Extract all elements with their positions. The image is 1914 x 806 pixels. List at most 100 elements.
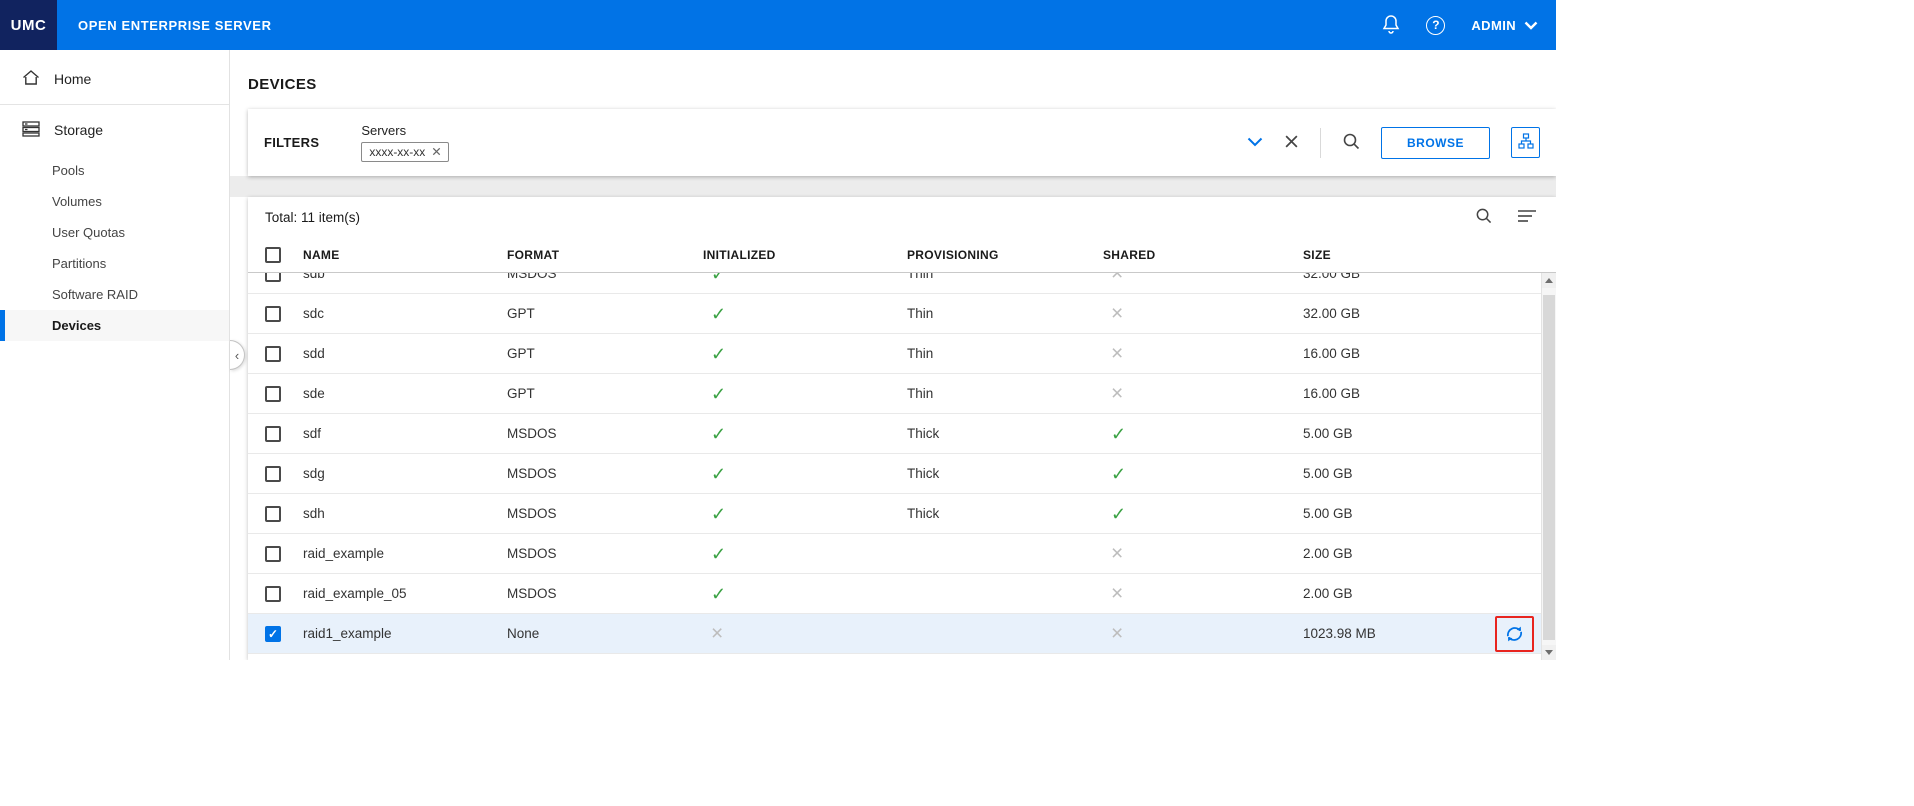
filter-clear-button[interactable]	[1284, 134, 1299, 152]
cell-name: sdg	[303, 466, 507, 481]
row-checkbox[interactable]	[265, 586, 281, 602]
sidebar-item-software-raid[interactable]: Software RAID	[0, 279, 229, 310]
cell-provisioning: Thick	[907, 506, 1103, 521]
row-checkbox[interactable]	[265, 273, 281, 282]
shared-mark-icon: ✓	[1111, 425, 1126, 443]
cell-format: MSDOS	[507, 506, 703, 521]
column-header-name[interactable]: NAME	[303, 248, 507, 262]
row-checkbox[interactable]	[265, 306, 281, 322]
cell-name: sdc	[303, 306, 507, 321]
search-icon	[1475, 207, 1492, 227]
sidebar-item-label: Storage	[54, 122, 103, 138]
help-button[interactable]: ?	[1426, 16, 1445, 35]
table-search-button[interactable]	[1475, 207, 1492, 227]
row-checkbox[interactable]	[265, 546, 281, 562]
user-menu[interactable]: ADMIN	[1471, 18, 1538, 33]
shared-mark-icon: ×	[1111, 383, 1123, 404]
column-header-format[interactable]: FORMAT	[507, 248, 703, 262]
cell-size: 2.00 GB	[1303, 586, 1556, 601]
cell-format: MSDOS	[507, 586, 703, 601]
triangle-down-icon	[1545, 650, 1553, 655]
sidebar-item-volumes[interactable]: Volumes	[0, 186, 229, 217]
total-count: Total: 11 item(s)	[265, 210, 360, 225]
product-title: OPEN ENTERPRISE SERVER	[78, 18, 272, 33]
bell-icon	[1382, 14, 1400, 37]
row-checkbox[interactable]	[265, 346, 281, 362]
notifications-button[interactable]	[1382, 14, 1400, 37]
sidebar-item-devices[interactable]: Devices	[0, 310, 229, 341]
tree-view-button[interactable]	[1511, 127, 1540, 158]
app-header: UMC OPEN ENTERPRISE SERVER ? ADMIN	[0, 0, 1556, 50]
table-row[interactable]: sdd GPT ✓ Thin × 16.00 GB	[248, 334, 1556, 374]
application-window: UMC OPEN ENTERPRISE SERVER ? ADMIN	[0, 0, 1556, 660]
column-header-provisioning[interactable]: PROVISIONING	[907, 248, 1103, 262]
help-icon: ?	[1426, 16, 1445, 35]
cell-size: 32.00 GB	[1303, 306, 1556, 321]
device-rows: sdb MSDOS ✓ Thin × 32.00 GB sdc GPT ✓ Th…	[248, 273, 1556, 654]
chip-value: xxxx-xx-xx	[369, 145, 425, 159]
shared-mark-icon: ×	[1111, 623, 1123, 644]
vertical-scrollbar[interactable]	[1541, 273, 1556, 660]
filter-expand-button[interactable]	[1247, 135, 1263, 150]
cell-name: sde	[303, 386, 507, 401]
cell-format: MSDOS	[507, 426, 703, 441]
table-row[interactable]: ✓ raid1_example None × × 1023.98 MB	[248, 614, 1556, 654]
hierarchy-icon	[1518, 133, 1534, 152]
table-row[interactable]: sdh MSDOS ✓ Thick ✓ 5.00 GB	[248, 494, 1556, 534]
initialized-mark-icon: ✓	[711, 585, 726, 603]
table-row[interactable]: raid_example_05 MSDOS ✓ × 2.00 GB	[248, 574, 1556, 614]
cell-provisioning: Thin	[907, 386, 1103, 401]
row-checkbox[interactable]	[265, 386, 281, 402]
table-row[interactable]: sdg MSDOS ✓ Thick ✓ 5.00 GB	[248, 454, 1556, 494]
column-options-button[interactable]	[1518, 209, 1536, 226]
cell-size: 2.00 GB	[1303, 546, 1556, 561]
column-header-shared[interactable]: SHARED	[1103, 248, 1303, 262]
row-checkbox[interactable]	[265, 506, 281, 522]
shared-mark-icon: ✓	[1111, 465, 1126, 483]
sidebar-item-pools[interactable]: Pools	[0, 155, 229, 186]
sidebar-item-partitions[interactable]: Partitions	[0, 248, 229, 279]
row-checkbox[interactable]	[265, 426, 281, 442]
table-row[interactable]: raid_example MSDOS ✓ × 2.00 GB	[248, 534, 1556, 574]
cell-name: sdf	[303, 426, 507, 441]
servers-filter-field: Servers xxxx-xx-xx	[361, 123, 449, 162]
cell-size: 32.00 GB	[1303, 273, 1556, 281]
sidebar: Home Storage Pools Volumes User Quotas P…	[0, 50, 230, 660]
cell-name: raid_example_05	[303, 586, 507, 601]
server-filter-chip[interactable]: xxxx-xx-xx	[361, 142, 449, 162]
row-checkbox[interactable]: ✓	[265, 626, 281, 642]
column-header-initialized[interactable]: INITIALIZED	[703, 248, 907, 262]
chevron-down-icon	[1247, 135, 1263, 150]
umc-logo[interactable]: UMC	[0, 0, 57, 50]
scrollbar-up-button[interactable]	[1542, 273, 1556, 288]
cell-size: 16.00 GB	[1303, 346, 1556, 361]
cell-format: MSDOS	[507, 546, 703, 561]
filters-label: FILTERS	[264, 135, 319, 150]
table-row[interactable]: sdf MSDOS ✓ Thick ✓ 5.00 GB	[248, 414, 1556, 454]
select-all-checkbox[interactable]	[265, 247, 281, 263]
refresh-icon[interactable]	[1504, 624, 1525, 644]
cell-name: raid1_example	[303, 626, 507, 641]
cell-name: sdb	[303, 273, 507, 281]
table-row[interactable]: sdc GPT ✓ Thin × 32.00 GB	[248, 294, 1556, 334]
shared-mark-icon: ✓	[1111, 505, 1126, 523]
column-header-size[interactable]: SIZE	[1303, 248, 1556, 262]
filter-search-button[interactable]	[1342, 132, 1360, 153]
sidebar-item-home[interactable]: Home	[0, 54, 229, 104]
scrollbar-down-button[interactable]	[1542, 645, 1556, 660]
row-checkbox[interactable]	[265, 466, 281, 482]
cell-size: 5.00 GB	[1303, 466, 1556, 481]
table-row[interactable]: sde GPT ✓ Thin × 16.00 GB	[248, 374, 1556, 414]
browse-button[interactable]: BROWSE	[1381, 127, 1490, 159]
sidebar-item-storage[interactable]: Storage	[0, 105, 229, 155]
sidebar-item-label: Home	[54, 71, 91, 87]
sidebar-item-user-quotas[interactable]: User Quotas	[0, 217, 229, 248]
shared-mark-icon: ×	[1111, 583, 1123, 604]
chip-remove-icon[interactable]	[432, 145, 441, 159]
scrollbar-thumb[interactable]	[1543, 295, 1555, 640]
shared-mark-icon: ×	[1111, 343, 1123, 364]
shared-mark-icon: ×	[1111, 303, 1123, 324]
cell-format: GPT	[507, 306, 703, 321]
cell-provisioning: Thick	[907, 466, 1103, 481]
table-row[interactable]: sdb MSDOS ✓ Thin × 32.00 GB	[248, 273, 1556, 294]
